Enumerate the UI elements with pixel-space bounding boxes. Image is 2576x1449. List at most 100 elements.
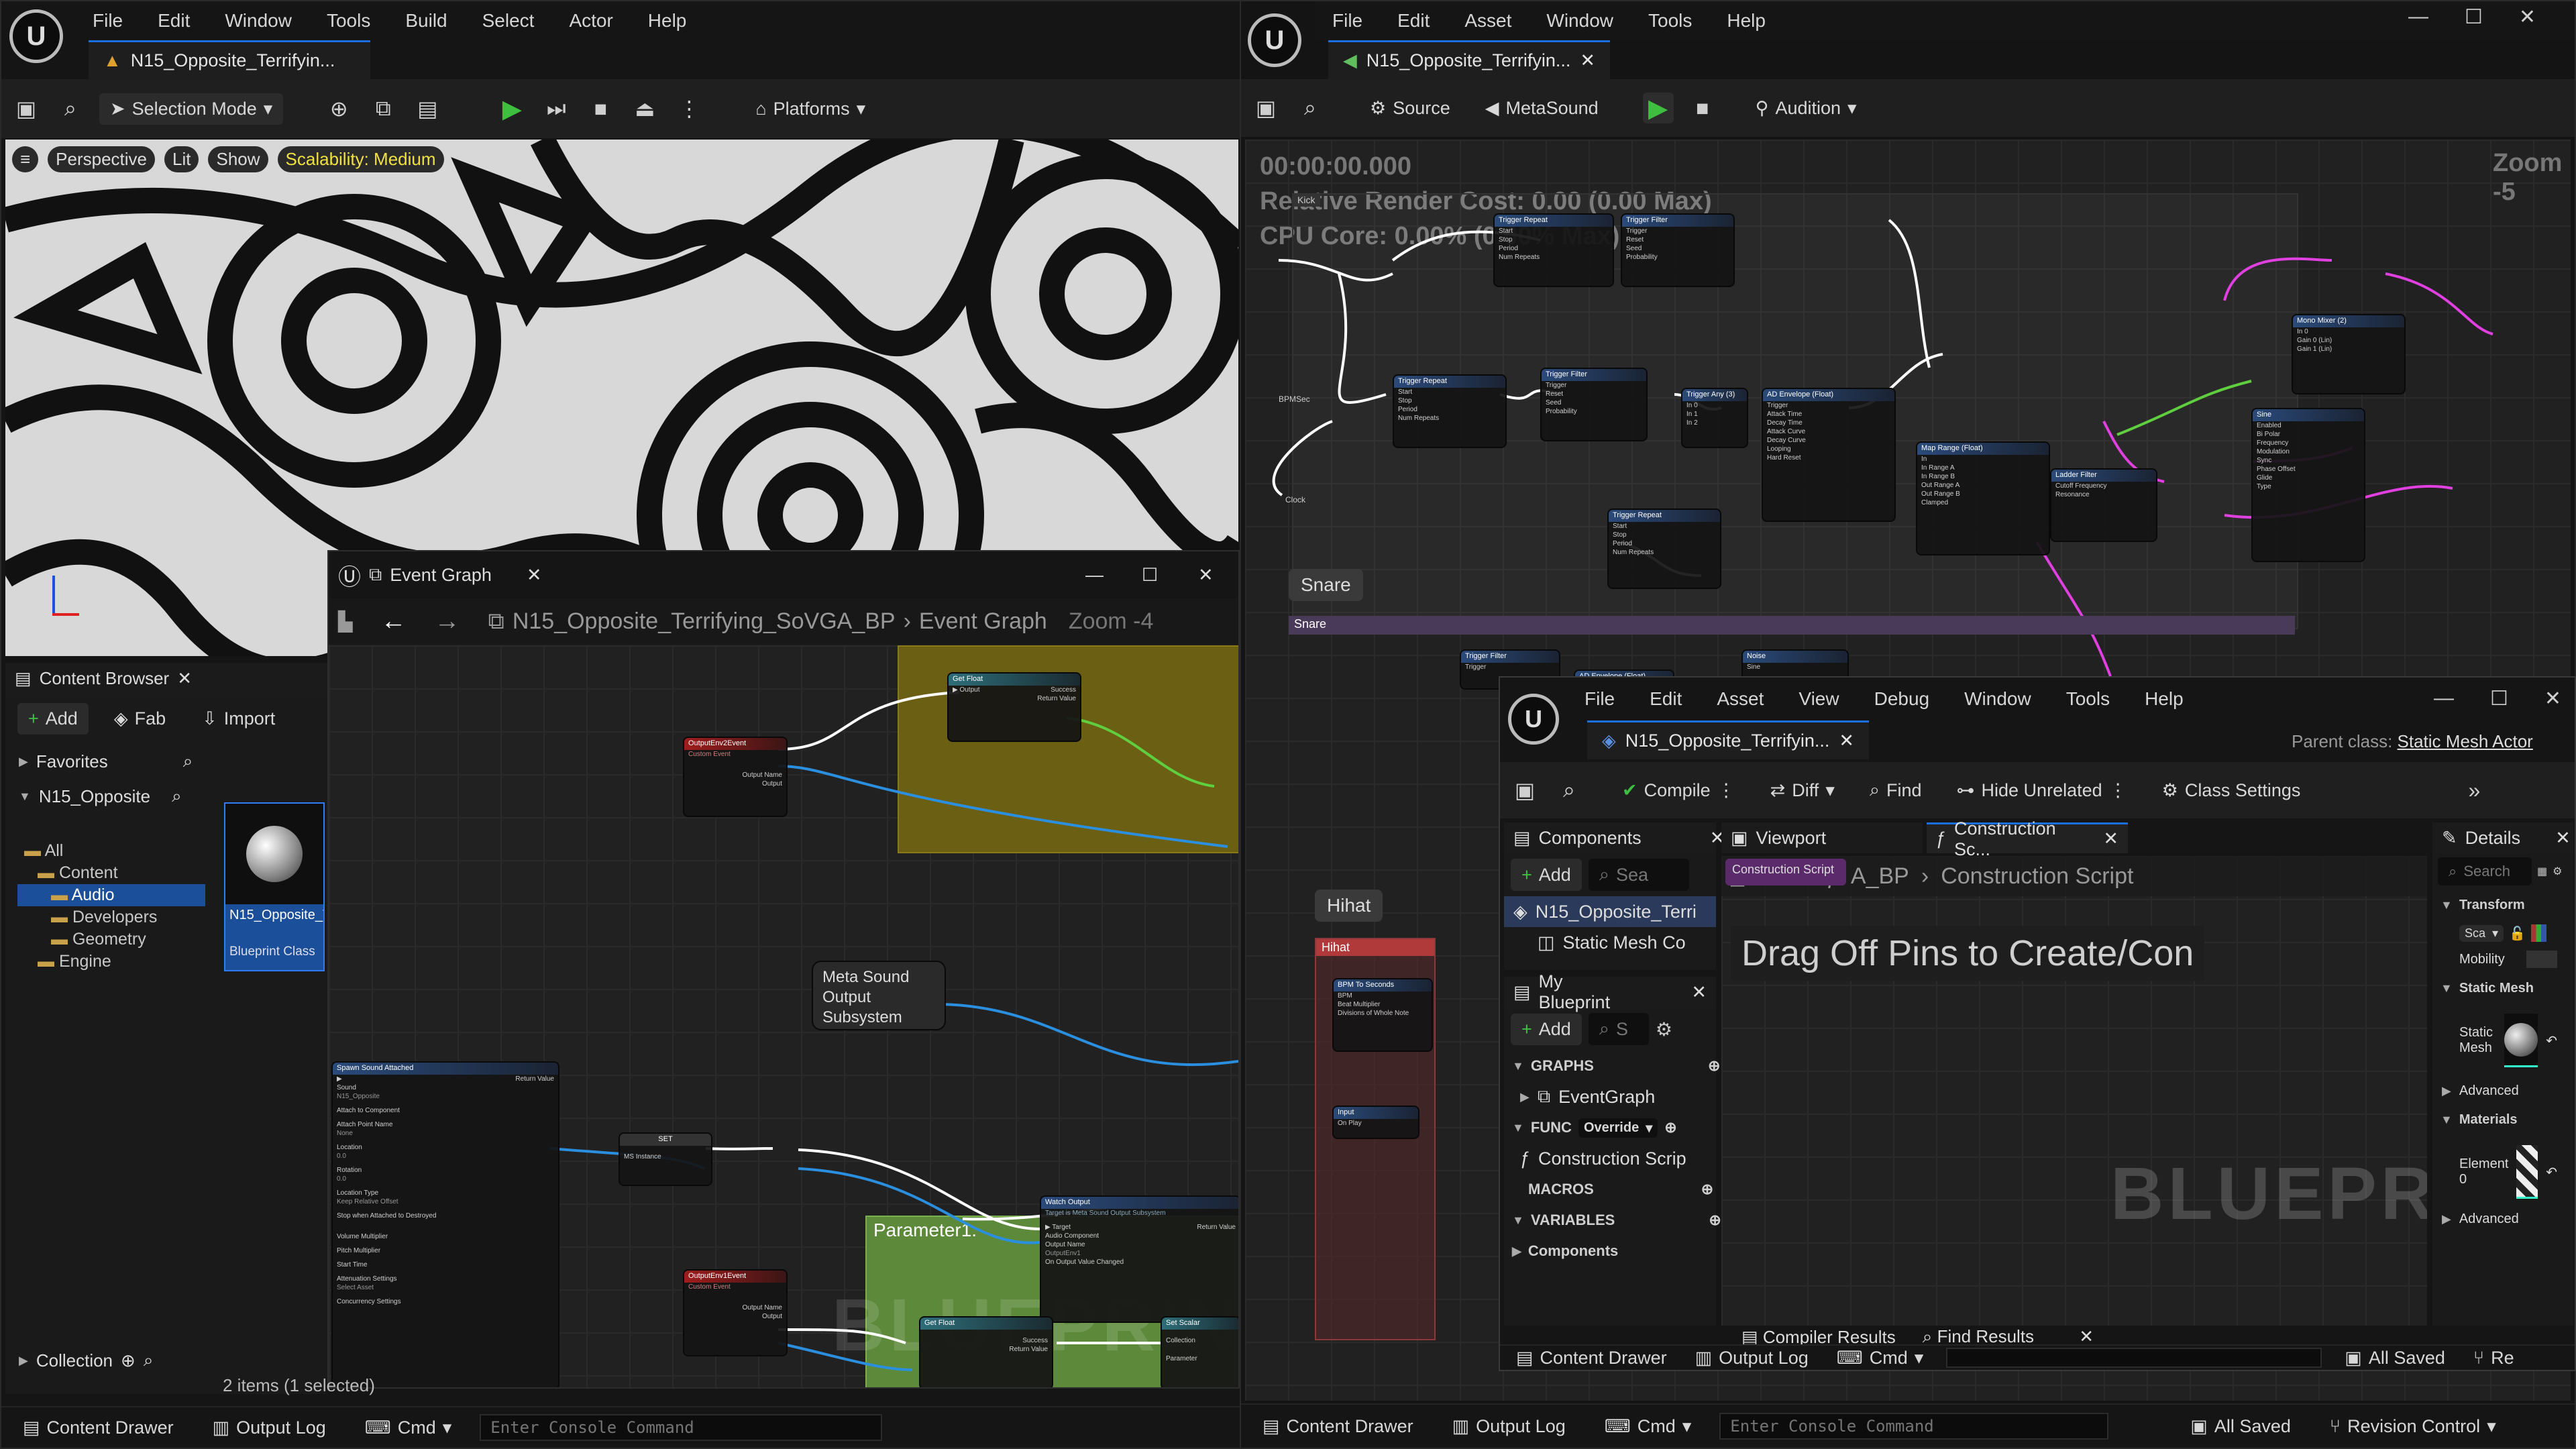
tree-item-all[interactable]: ▬ All xyxy=(17,840,205,862)
ms-node-sine[interactable]: Sine Enabled Bi Polar Frequency Modulation Sy… xyxy=(2251,408,2365,562)
eject-icon[interactable]: ⏏ xyxy=(629,93,660,124)
ms-node-trigger-repeat-top[interactable]: Trigger Repeat Start Stop Period Num Repeats xyxy=(1493,213,1614,287)
node-output-env2-event[interactable]: OutputEnv2Event Custom Event Output Name… xyxy=(683,737,788,817)
functions-section[interactable]: ▼ FUNC Override ▾ ⊕ xyxy=(1504,1112,1716,1143)
override-dropdown[interactable]: Override ▾ xyxy=(1578,1118,1658,1138)
blueprint-icon[interactable]: ⧉ xyxy=(368,93,398,124)
node-construction-script[interactable]: Construction Script xyxy=(1725,859,1846,885)
browse-icon[interactable]: ⌕ xyxy=(1295,93,1326,123)
ms-node-trigger-filter[interactable]: Trigger Filter Trigger Reset Seed Probabilit… xyxy=(1540,368,1648,441)
menu-window[interactable]: Window xyxy=(1529,10,1631,32)
node-output-env1-event[interactable]: OutputEnv1Event Custom Event Output Name… xyxy=(683,1269,788,1356)
close-icon[interactable]: ✕ xyxy=(527,565,542,586)
level-tab[interactable]: ▲ N15_Opposite_Terrifyin... xyxy=(89,40,370,79)
cmd-dropdown[interactable]: ⌨ Cmd ▾ xyxy=(1594,1411,1703,1442)
cmd-dropdown[interactable]: ⌨ Cmd ▾ xyxy=(354,1412,463,1444)
menu-actor[interactable]: Actor xyxy=(551,10,630,32)
unreal-logo-icon[interactable]: U xyxy=(9,9,63,63)
details-tab[interactable]: ✎ Details ✕ xyxy=(2432,822,2573,853)
snare-comment-label[interactable]: Snare xyxy=(1289,569,1363,601)
bp-tab[interactable]: ◈ N15_Opposite_Terrifyin... ✕ xyxy=(1587,720,1869,759)
static-mesh-section[interactable]: ▼ Static Mesh xyxy=(2432,973,2573,1004)
add-actor-icon[interactable]: ⊕ xyxy=(323,93,354,124)
window-close-icon[interactable]: ✕ xyxy=(1198,565,1214,586)
unreal-logo-icon[interactable]: U xyxy=(1248,13,1301,67)
pin-value[interactable]: N15_Opposite xyxy=(333,1092,558,1101)
menu-edit[interactable]: Edit xyxy=(1380,10,1447,32)
menu-edit[interactable]: Edit xyxy=(140,10,207,32)
browse-icon[interactable]: ⌕ xyxy=(55,93,86,124)
components-search[interactable]: ⌕ Sea xyxy=(1588,859,1689,891)
my-blueprint-search[interactable]: ⌕ S xyxy=(1588,1013,1649,1045)
gear-icon[interactable]: ⚙ xyxy=(2553,865,2562,878)
asset-tile[interactable]: N15_Opposite_Terrifying_So... Blueprint … xyxy=(224,802,325,971)
function-item-construction[interactable]: ƒ Construction Scrip xyxy=(1504,1143,1716,1174)
breadcrumb-blueprint[interactable]: N15_Opposite_Terrifying_SoVGA_BP xyxy=(513,608,896,635)
menu-window[interactable]: Window xyxy=(207,10,309,32)
close-icon[interactable]: ✕ xyxy=(177,668,192,689)
menu-asset[interactable]: Asset xyxy=(1447,10,1529,32)
reset-icon[interactable]: ↶ xyxy=(2546,1032,2557,1049)
table-icon[interactable]: ▦ xyxy=(2537,865,2547,878)
menu-tools[interactable]: Tools xyxy=(2049,688,2127,710)
close-icon[interactable]: ✕ xyxy=(1839,731,1854,751)
ms-node-ladder-filter[interactable]: Ladder Filter Cutoff Frequency Resonance xyxy=(2050,468,2157,542)
event-graph-tab-title[interactable]: Event Graph xyxy=(390,565,492,586)
ms-node-input[interactable]: Input On Play xyxy=(1332,1106,1419,1139)
construction-script-tab[interactable]: ƒ Construction Sc... ✕ xyxy=(1927,818,2128,859)
console-input[interactable] xyxy=(480,1414,883,1441)
compile-button[interactable]: ✔ Compile ⋮ xyxy=(1611,775,1746,806)
add-button[interactable]: + Add xyxy=(17,703,89,735)
menu-help[interactable]: Help xyxy=(2127,688,2201,710)
components-category[interactable]: ▶ Components xyxy=(1504,1236,1716,1267)
viewport-tab[interactable]: ▣ Viewport xyxy=(1721,822,1923,853)
node-get-float-2[interactable]: Get Float Success Return Value xyxy=(919,1316,1053,1387)
back-arrow-icon[interactable]: ← xyxy=(381,607,407,636)
collections-row[interactable]: ▶ Collection ⊕ ⌕ xyxy=(5,1343,169,1378)
node-metasound-subsystem[interactable]: Meta Sound Output Subsystem xyxy=(812,961,946,1030)
material-thumbnail[interactable] xyxy=(2516,1145,2538,1199)
pin-value[interactable]: OutputEnv1 xyxy=(1041,1249,1238,1258)
show-button[interactable]: Show xyxy=(208,146,268,172)
details-search[interactable]: ⌕ Search xyxy=(2438,857,2532,885)
favorites-row[interactable]: ▶ Favorites ⌕ xyxy=(5,744,327,779)
stop-icon[interactable]: ■ xyxy=(585,93,616,124)
close-icon[interactable]: ✕ xyxy=(2079,1326,2094,1346)
maximize-icon[interactable]: ☐ xyxy=(1142,565,1158,586)
ms-node-bpm-to-seconds[interactable]: BPM To Seconds BPM Beat Multiplier Division… xyxy=(1332,978,1433,1052)
browse-icon[interactable]: ⌕ xyxy=(1554,775,1585,806)
pin-value[interactable]: Keep Relative Offset xyxy=(333,1197,558,1206)
graphs-section[interactable]: ▼ GRAPHS ⊕ xyxy=(1504,1051,1720,1081)
maximize-icon[interactable]: ☐ xyxy=(2465,5,2483,29)
breadcrumb-blueprint[interactable]: A_BP xyxy=(1851,863,1909,890)
tree-item-geometry[interactable]: ▬ Geometry xyxy=(17,928,205,951)
pin-value[interactable]: 0.0 xyxy=(333,1152,558,1161)
node-get-float[interactable]: Get Float ▶ Output Success Return Value xyxy=(947,672,1081,742)
node-watch-output[interactable]: Watch Output Target is Meta Sound Output… xyxy=(1040,1195,1238,1323)
gear-icon[interactable]: ⚙ xyxy=(1656,1018,1672,1040)
components-tab[interactable]: ▤ Components ✕ xyxy=(1504,822,1725,853)
tree-item-engine[interactable]: ▬ Engine xyxy=(17,951,205,973)
lit-button[interactable]: Lit xyxy=(164,146,199,172)
materials-section[interactable]: ▼ Materials xyxy=(2432,1104,2573,1135)
add-member-button[interactable]: + Add xyxy=(1511,1013,1582,1045)
transform-section[interactable]: ▼ Transform xyxy=(2432,890,2573,920)
mesh-thumbnail[interactable] xyxy=(2504,1014,2538,1067)
pin-value[interactable]: Select Asset xyxy=(333,1283,558,1292)
console-input[interactable] xyxy=(1946,1348,2322,1368)
ms-node-trigger-filter-top[interactable]: Trigger Filter Trigger Reset Seed Probabilit… xyxy=(1621,213,1735,287)
more-icon[interactable]: ⋮ xyxy=(1717,780,1735,801)
advanced-row-2[interactable]: ▶ Advanced xyxy=(2432,1209,2573,1229)
content-browser-tab[interactable]: ▤ Content Browser ✕ xyxy=(5,663,327,694)
menu-window[interactable]: Window xyxy=(1947,688,2049,710)
scale-dropdown[interactable]: Sca ▾ xyxy=(2459,924,2504,942)
menu-build[interactable]: Build xyxy=(388,10,464,32)
event-graph-canvas[interactable]: Parameter1: BLUEPRINT xyxy=(329,645,1238,1387)
bookmark-icon[interactable]: ▙ xyxy=(338,610,353,633)
my-blueprint-tab[interactable]: ▤ My Blueprint ✕ xyxy=(1504,971,1716,1012)
window-close-icon[interactable]: ✕ xyxy=(2519,5,2536,29)
revision-control-button[interactable]: ⑂ Re xyxy=(2468,1348,2520,1368)
find-button[interactable]: ⌕ Find xyxy=(1859,774,1933,806)
node-set[interactable]: SET MS Instance xyxy=(619,1132,712,1186)
menu-file[interactable]: File xyxy=(75,10,140,32)
